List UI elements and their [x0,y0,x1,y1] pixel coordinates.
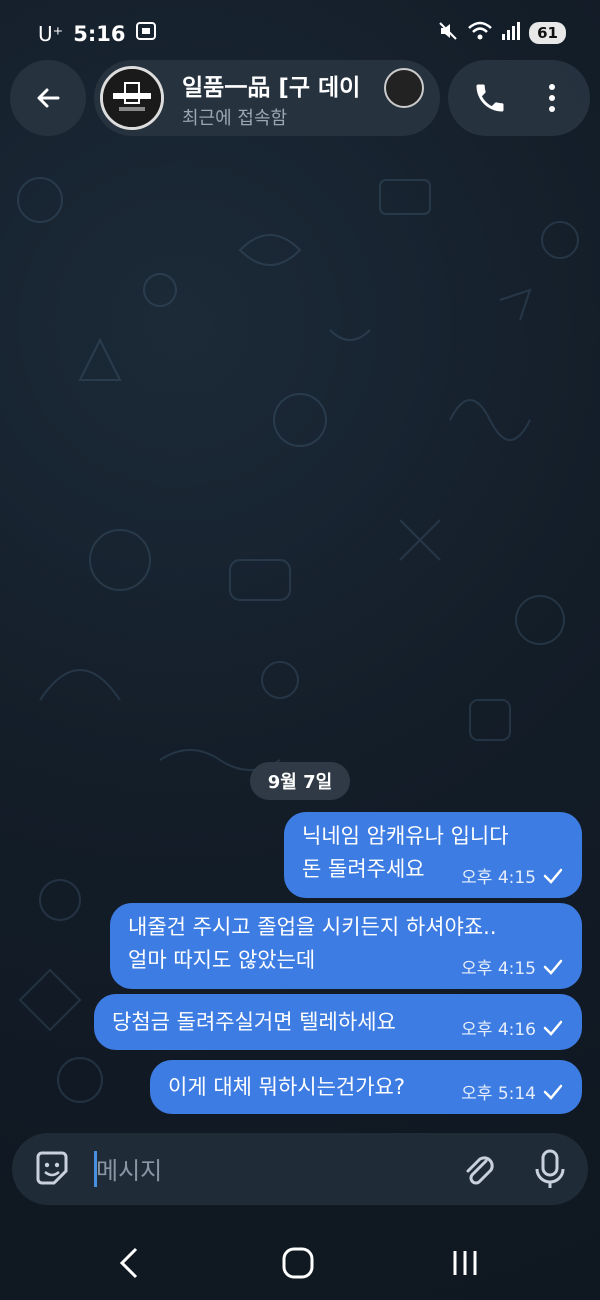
system-nav-bar [0,1215,600,1300]
message-meta: 오후 4:15 [461,863,564,888]
message-bubble[interactable]: 이게 대체 뭐하시는건가요? 오후 5:14 [150,1060,582,1114]
message-time: 오후 4:15 [461,868,536,888]
home-icon [282,1247,314,1279]
nav-back-button[interactable] [116,1245,142,1285]
wifi-icon [467,20,493,46]
mute-icon [437,20,459,46]
sticker-button[interactable] [32,1149,72,1193]
message-time: 오후 5:14 [461,1084,536,1104]
check-icon [543,1084,563,1100]
message-time: 오후 4:15 [461,959,536,979]
chevron-left-icon [119,1247,138,1279]
date-separator: 9월 7일 [250,762,350,800]
title-emoji-badge [384,68,424,108]
message-meta: 오후 4:16 [461,1015,564,1040]
chat-header[interactable]: 일품一品 [구 데이 최근에 접속함 [94,60,440,136]
message-meta: 오후 4:15 [461,954,564,979]
sticker-icon [36,1151,68,1185]
recents-icon [453,1251,477,1275]
back-arrow-icon [37,88,60,108]
check-icon [543,868,563,884]
avatar[interactable] [100,66,164,130]
message-composer: 메시지 [12,1133,588,1205]
phone-icon [476,84,504,112]
screenshot-icon [135,20,157,47]
more-options-button[interactable] [540,80,564,120]
check-icon [543,959,563,975]
message-bubble[interactable]: 닉네임 암캐유나 입니다 돈 돌려주세요 오후 4:15 [284,812,582,898]
battery-indicator: 61 [529,22,566,44]
more-vertical-icon [549,84,555,112]
message-time: 오후 4:16 [461,1020,536,1040]
clock: 5:16 [73,21,126,46]
message-bubble[interactable]: 내줄건 주시고 졸업을 시키든지 하셔야죠.. 얼마 따지도 않았는데 오후 4… [110,903,582,989]
message-meta: 오후 5:14 [461,1079,564,1104]
voice-button[interactable] [532,1147,568,1195]
nav-recents-button[interactable] [450,1245,480,1285]
message-bubble[interactable]: 당첨금 돌려주실거면 텔레하세요 오후 4:16 [94,994,582,1050]
call-button[interactable] [472,80,508,120]
check-icon [543,1020,563,1036]
status-bar: U⁺ 5:16 61 [0,0,600,62]
attach-button[interactable] [458,1149,498,1193]
header-actions [448,60,590,136]
last-seen-status: 최근에 접속함 [182,108,288,129]
chat-title: 일품一品 [구 데이 [182,75,361,101]
microphone-icon [535,1149,565,1188]
paperclip-icon [466,1156,494,1185]
back-button[interactable] [10,60,86,136]
message-input[interactable]: 메시지 [96,1151,162,1186]
carrier-label: U⁺ [38,21,64,46]
nav-home-button[interactable] [280,1245,316,1285]
signal-icon [501,20,521,46]
